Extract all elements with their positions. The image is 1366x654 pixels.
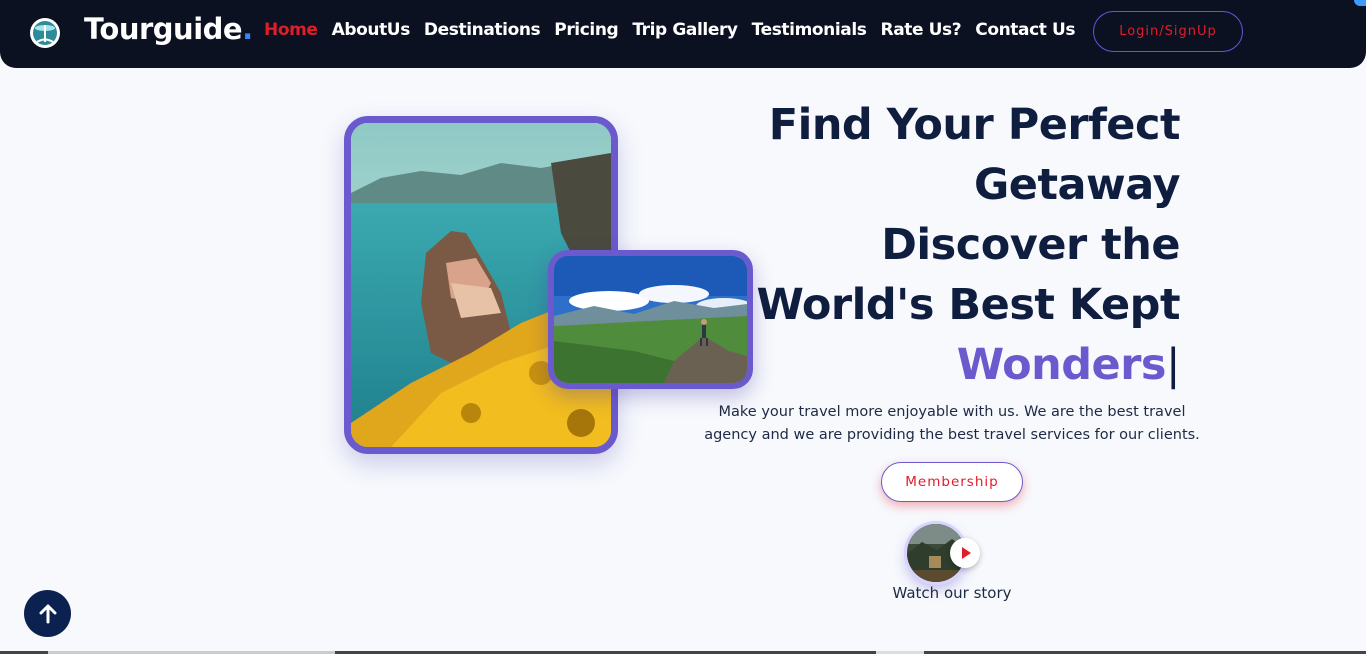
typing-caret: | (1166, 340, 1181, 390)
headline-line-1: Find Your Perfect (768, 100, 1181, 150)
hero-description: Make your travel more enjoyable with us.… (704, 404, 1200, 443)
nav-link-aboutus[interactable]: AboutUs (332, 20, 411, 40)
login-signup-button[interactable]: Login/SignUp (1093, 11, 1243, 52)
headline-line-4: World's Best Kept (756, 280, 1180, 330)
nav-link-pricing[interactable]: Pricing (554, 20, 618, 40)
nav-link-trip-gallery[interactable]: Trip Gallery (632, 20, 738, 40)
nav-link-rate-us[interactable]: Rate Us? (881, 20, 962, 40)
globe-logo-icon[interactable] (29, 17, 61, 49)
headline-line-3: Discover the (881, 220, 1180, 270)
nav-link-destinations[interactable]: Destinations (424, 20, 541, 40)
brand-text: Tourguide (84, 12, 243, 46)
scroll-to-top-button[interactable] (24, 590, 71, 637)
headline-line-2: Getaway (974, 160, 1180, 210)
headline-accent-word: Wonders (956, 340, 1167, 390)
navbar: Tourguide. Home AboutUs Destinations Pri… (0, 0, 1366, 68)
brand-dot: . (242, 12, 253, 46)
hero-headline: Find Your Perfect Getaway Discover the W… (700, 95, 1180, 395)
membership-button[interactable]: Membership (881, 462, 1023, 502)
nav-link-testimonials[interactable]: Testimonials (752, 20, 867, 40)
nav-link-contact-us[interactable]: Contact Us (975, 20, 1075, 40)
watch-story-label[interactable]: Watch our story (870, 584, 1034, 602)
corner-decoration (1354, 0, 1366, 6)
nav-link-home[interactable]: Home (264, 20, 318, 40)
nav-links: Home AboutUs Destinations Pricing Trip G… (264, 20, 1089, 40)
brand-name[interactable]: Tourguide. (84, 12, 253, 46)
play-icon[interactable] (950, 538, 980, 568)
arrow-up-icon (39, 604, 56, 623)
